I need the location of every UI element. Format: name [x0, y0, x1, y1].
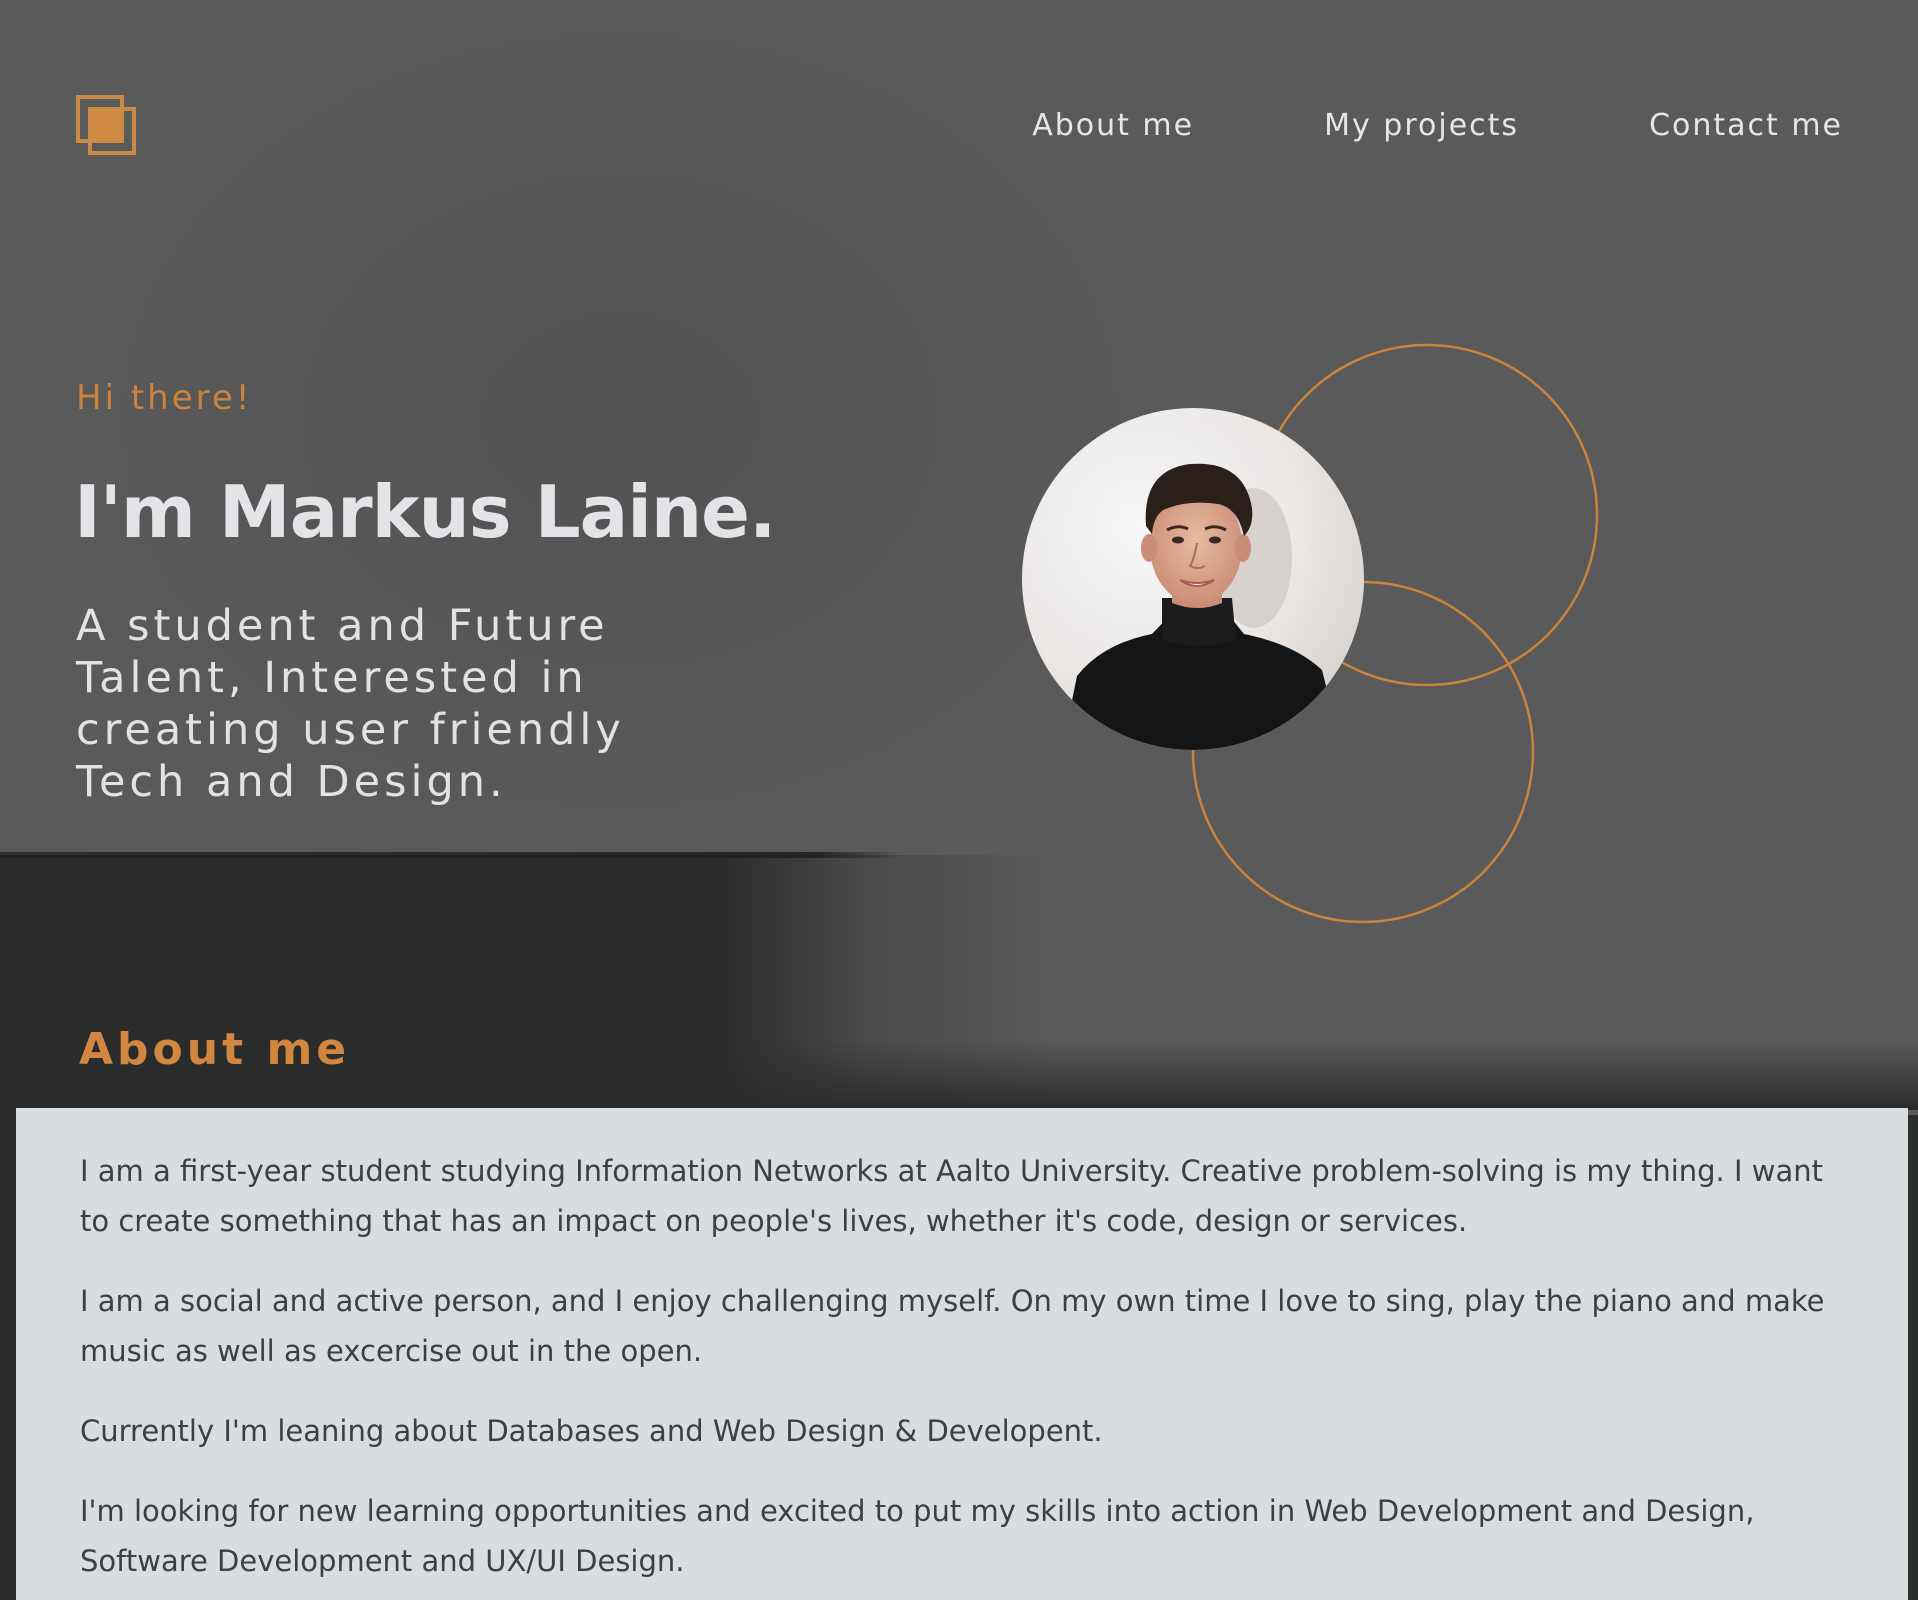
nav-projects-link[interactable]: My projects [1324, 108, 1519, 143]
stacked-squares-icon[interactable] [76, 95, 138, 157]
about-card: I am a first-year student studying Infor… [16, 1108, 1908, 1600]
hero-greeting: Hi there! [76, 378, 253, 418]
main-nav: About me My projects Contact me [1032, 108, 1843, 143]
about-paragraph: Currently I'm leaning about Databases an… [80, 1414, 1103, 1448]
about-paragraph: I am a social and active person, and I e… [80, 1284, 1825, 1368]
about-paragraph: I am a first-year student studying Infor… [80, 1154, 1824, 1238]
page: About me My projects Contact me Hi there… [0, 0, 1918, 1600]
nav-about-link[interactable]: About me [1032, 108, 1194, 143]
hero-tagline: A student and Future Talent, Interested … [76, 601, 625, 807]
shadow-edge [0, 852, 905, 858]
about-heading: About me [79, 1024, 351, 1075]
hero-name: I'm Markus Laine. [74, 470, 776, 554]
nav-contact-link[interactable]: Contact me [1649, 108, 1843, 143]
profile-photo [1022, 408, 1364, 750]
about-paragraph: I'm looking for new learning opportuniti… [80, 1494, 1755, 1578]
